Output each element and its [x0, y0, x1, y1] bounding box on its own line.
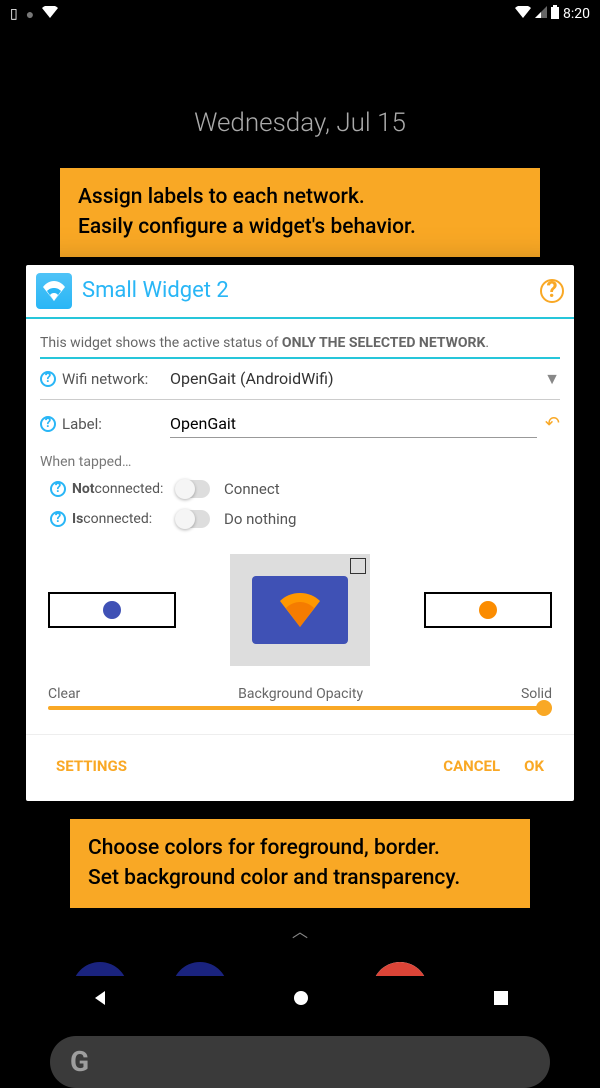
label-row: ?Label: ↶: [40, 400, 560, 448]
is-connected-row: ?Is connected: Do nothing: [40, 504, 560, 534]
nav-recent-icon[interactable]: [493, 990, 509, 1010]
callout-top: Assign labels to each network. Easily co…: [60, 168, 540, 257]
dialog-title: Small Widget 2: [82, 278, 540, 303]
google-search-bar[interactable]: G: [50, 1036, 550, 1088]
widget-config-dialog: Small Widget 2 ? This widget shows the a…: [26, 265, 574, 801]
clock-text: 8:20: [563, 6, 590, 22]
wifi-network-row[interactable]: ?Wifi network: OpenGait (AndroidWifi) ▼: [40, 359, 560, 400]
help-hint-icon[interactable]: ?: [50, 511, 66, 527]
help-hint-icon[interactable]: ?: [50, 481, 66, 497]
settings-button[interactable]: SETTINGS: [44, 749, 139, 783]
cancel-button[interactable]: CANCEL: [431, 749, 512, 783]
opacity-clear-label: Clear: [48, 686, 80, 702]
chevron-up-icon[interactable]: ︿: [0, 918, 600, 942]
border-color-swatch[interactable]: [48, 592, 176, 628]
nav-back-icon[interactable]: [91, 989, 109, 1011]
nav-bar: [0, 976, 600, 1024]
opacity-solid-label: Solid: [521, 686, 552, 702]
date-header: Wednesday, Jul 15: [0, 108, 600, 138]
wifi-status-icon: [42, 6, 58, 22]
not-connected-row: ?Not connected: Connect: [40, 474, 560, 504]
preview-widget: [252, 576, 348, 644]
callout-line: Assign labels to each network.: [78, 182, 522, 212]
callout-line: Easily configure a widget's behavior.: [78, 212, 522, 242]
foreground-color-swatch[interactable]: [424, 592, 552, 628]
notification-icon: ▯: [10, 6, 18, 22]
label-input[interactable]: [170, 410, 537, 438]
wifi-signal-icon: [515, 6, 531, 22]
app-wifi-icon: [36, 273, 72, 309]
color-row: [40, 534, 560, 676]
help-hint-icon[interactable]: ?: [40, 416, 56, 432]
opacity-slider[interactable]: [48, 706, 552, 710]
is-connected-switch[interactable]: [176, 510, 210, 528]
callout-bottom: Choose colors for foreground, border. Se…: [70, 819, 530, 908]
notification-dot-icon: ●: [26, 6, 34, 23]
not-connected-switch[interactable]: [176, 480, 210, 498]
opacity-labels: Clear Background Opacity Solid: [40, 676, 560, 706]
widget-preview[interactable]: [230, 554, 370, 666]
nav-home-icon[interactable]: [292, 989, 310, 1011]
not-connected-value: Connect: [224, 480, 280, 498]
ok-button[interactable]: OK: [512, 749, 556, 783]
chevron-down-icon: ▼: [544, 369, 560, 389]
resize-handle-icon: [350, 558, 366, 574]
info-text: This widget shows the active status of O…: [40, 329, 560, 359]
color-dot: [479, 601, 497, 619]
is-connected-value: Do nothing: [224, 510, 296, 528]
battery-icon: [551, 5, 559, 23]
callout-line: Set background color and transparency.: [88, 863, 512, 893]
google-g-icon: G: [70, 1045, 89, 1078]
dialog-header: Small Widget 2 ?: [26, 265, 574, 319]
opacity-center-label: Background Opacity: [238, 686, 363, 702]
dialog-actions: SETTINGS CANCEL OK: [26, 734, 574, 801]
help-hint-icon[interactable]: ?: [40, 371, 56, 387]
slider-thumb[interactable]: [536, 700, 552, 716]
when-tapped-heading: When tapped…: [40, 448, 560, 474]
help-icon[interactable]: ?: [540, 279, 564, 303]
cell-signal-icon: [535, 6, 547, 22]
status-bar: ▯ ● 8:20: [0, 0, 600, 28]
wifi-network-value: OpenGait (AndroidWifi): [170, 369, 544, 388]
callout-line: Choose colors for foreground, border.: [88, 833, 512, 863]
undo-icon[interactable]: ↶: [545, 413, 560, 434]
color-dot: [103, 601, 121, 619]
